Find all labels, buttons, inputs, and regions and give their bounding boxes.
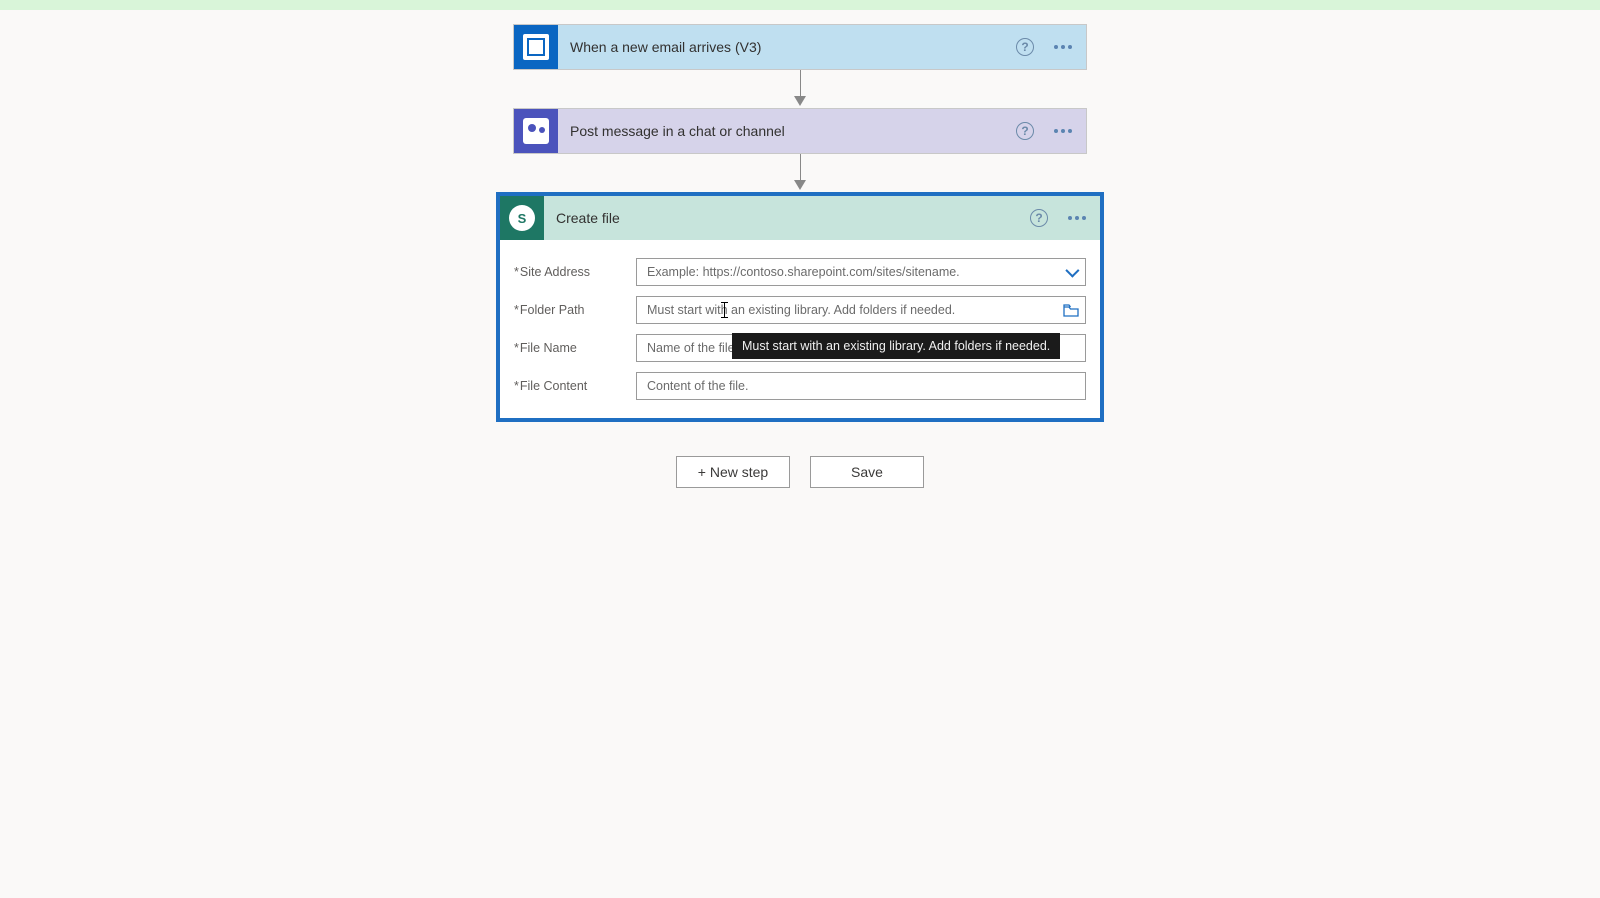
save-button[interactable]: Save <box>810 456 924 488</box>
folder-path-input[interactable] <box>636 296 1086 324</box>
sharepoint-icon <box>500 196 544 240</box>
text-cursor <box>724 302 725 318</box>
more-menu-button[interactable] <box>1062 210 1092 226</box>
trigger-title: When a new email arrives (V3) <box>558 25 1086 69</box>
label-file-content: *File Content <box>514 379 636 393</box>
help-icon[interactable]: ? <box>1030 209 1048 227</box>
help-icon[interactable]: ? <box>1016 38 1034 56</box>
action2-header[interactable]: Create file ? <box>500 196 1100 240</box>
action2-form: *Site Address *Folder Path *File Name <box>500 240 1100 418</box>
label-site-address: *Site Address <box>514 265 636 279</box>
teams-icon <box>514 109 558 153</box>
flow-canvas: When a new email arrives (V3) ? Post mes… <box>0 10 1600 488</box>
help-icon[interactable]: ? <box>1016 122 1034 140</box>
connector-arrow <box>513 70 1087 108</box>
label-file-name: *File Name <box>514 341 636 355</box>
action1-title-text: Post message in a chat or channel <box>570 123 785 139</box>
action1-title: Post message in a chat or channel <box>558 109 1086 153</box>
more-menu-button[interactable] <box>1048 39 1078 55</box>
action-card-sharepoint: Create file ? *Site Address *Folder Path <box>496 192 1104 422</box>
row-folder-path: *Folder Path <box>514 296 1086 324</box>
footer-buttons: + New step Save <box>496 456 1104 488</box>
folder-picker-icon[interactable] <box>1060 299 1082 321</box>
label-folder-path: *Folder Path <box>514 303 636 317</box>
site-address-input[interactable] <box>636 258 1086 286</box>
row-file-content: *File Content <box>514 372 1086 400</box>
folder-path-tooltip: Must start with an existing library. Add… <box>732 333 1060 359</box>
row-file-name: *File Name Must start with an existing l… <box>514 334 1086 362</box>
more-menu-button[interactable] <box>1048 123 1078 139</box>
file-content-input[interactable] <box>636 372 1086 400</box>
trigger-title-text: When a new email arrives (V3) <box>570 39 761 55</box>
outlook-icon <box>514 25 558 69</box>
trigger-card[interactable]: When a new email arrives (V3) ? <box>513 24 1087 70</box>
action-card-teams[interactable]: Post message in a chat or channel ? <box>513 108 1087 154</box>
dropdown-chevron-icon[interactable] <box>1060 261 1082 283</box>
new-step-button[interactable]: + New step <box>676 456 790 488</box>
connector-arrow <box>513 154 1087 192</box>
action2-title: Create file <box>544 210 1100 226</box>
row-site-address: *Site Address <box>514 258 1086 286</box>
notification-strip <box>0 0 1600 10</box>
